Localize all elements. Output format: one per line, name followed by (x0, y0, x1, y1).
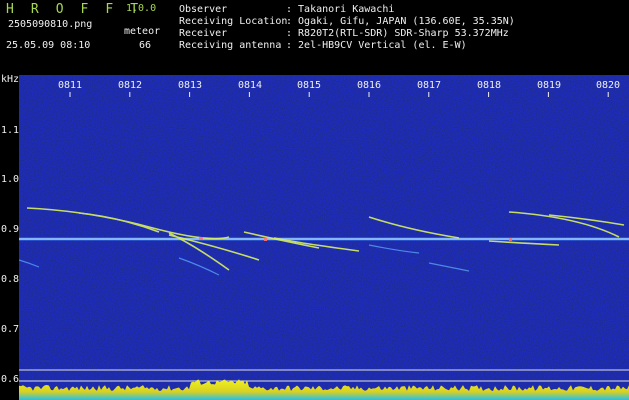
file-name: 2505090810.png (8, 19, 93, 30)
meteor-label: meteor (124, 26, 161, 37)
time-label: 0819 (537, 80, 562, 91)
time-label: 0812 (118, 80, 143, 91)
observer-value: : Takanori Kawachi (286, 4, 395, 15)
time-label: 0814 (238, 80, 263, 91)
antenna-value: : 2el-HB9CV Vertical (el. E-W) (286, 40, 467, 51)
antenna-label: Receiving antenna (179, 40, 282, 51)
time-label: 0820 (596, 80, 621, 91)
app-version: 1.0.0 (126, 3, 157, 14)
time-label: 0815 (297, 80, 322, 91)
observer-label: Observer (179, 4, 228, 15)
receiver-label: Receiver (179, 28, 228, 39)
meteor-count: 66 (139, 40, 152, 51)
app-title: H R O F F T (6, 2, 143, 17)
y-tick-label: 1.0 (1, 174, 20, 185)
y-tick-label: 0.6 (1, 374, 20, 385)
receiver-value: : R820T2(RTL-SDR) SDR-Sharp 53.372MHz (286, 28, 509, 39)
y-tick-label: 0.8 (1, 274, 20, 285)
trail-hotspot (264, 238, 267, 241)
y-tick-label: 0.7 (1, 324, 20, 335)
time-label: 0818 (477, 80, 502, 91)
hrofft-window: H R O F F T 1.0.0 2505090810.png meteor … (0, 0, 629, 400)
spectrogram-plot (19, 75, 629, 400)
location-value: : Ogaki, Gifu, JAPAN (136.60E, 35.35N) (286, 16, 515, 27)
time-label: 0817 (417, 80, 442, 91)
time-label: 0813 (178, 80, 203, 91)
observation-datetime: 25.05.09 08:10 (6, 40, 91, 51)
time-label: 0811 (58, 80, 83, 91)
trail-hotspot (509, 238, 512, 241)
frequency-unit-label: kHz (1, 74, 20, 85)
location-label: Receiving Location (179, 16, 288, 27)
y-tick-label: 0.9 (1, 224, 20, 235)
time-label: 0816 (357, 80, 382, 91)
trail-hotspot (199, 237, 203, 240)
y-tick-label: 1.1 (1, 125, 20, 136)
